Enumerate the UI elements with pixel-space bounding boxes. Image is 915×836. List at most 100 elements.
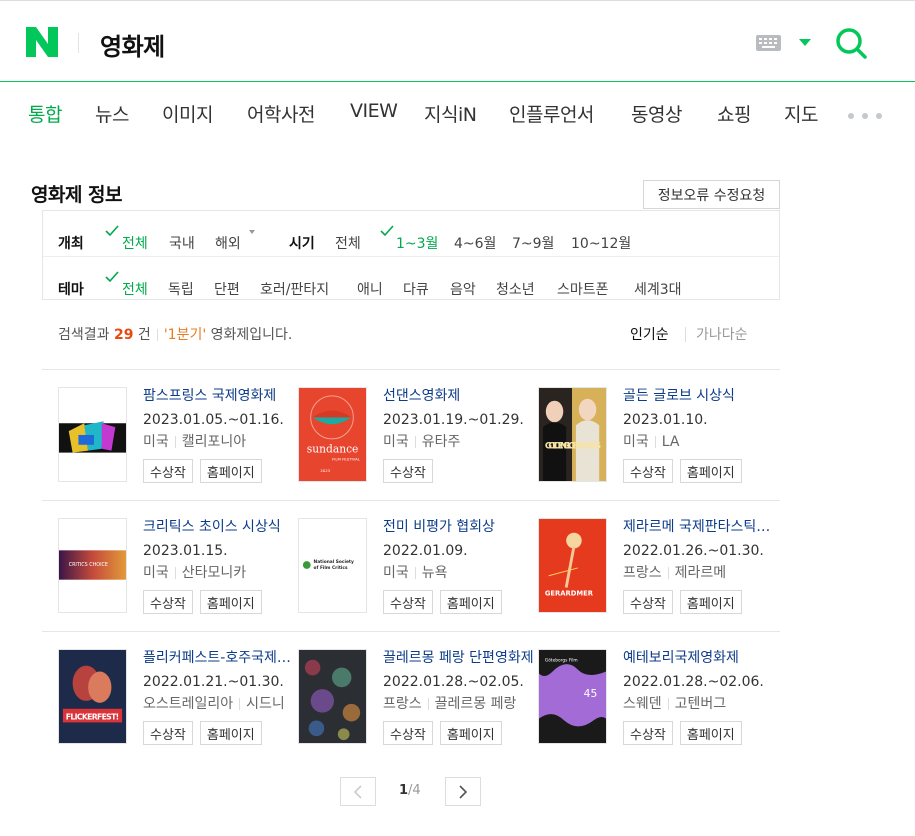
filter-venue-overseas[interactable]: 해외	[215, 233, 241, 253]
filter-theme-horror-fantasy[interactable]: 호러/판타지	[260, 279, 329, 299]
poster-palm-springs[interactable]	[58, 387, 127, 482]
poster-text: Göteborgs Film	[545, 658, 578, 664]
search-tabs: 통합 뉴스 이미지 어학사전 VIEW 지식iN 인플루언서 동영상 쇼핑 지도	[0, 82, 915, 146]
filter-period-q1[interactable]: 1~3월	[396, 233, 438, 253]
award-button[interactable]: 수상작	[143, 459, 193, 483]
tab-integrated[interactable]: 통합	[28, 100, 62, 127]
tab-shopping[interactable]: 쇼핑	[717, 100, 751, 127]
filter-venue-all[interactable]: 전체	[122, 233, 148, 253]
festival-name[interactable]: 선댄스영화제	[383, 387, 537, 405]
festival-date: 2022.01.21.~01.30.	[143, 674, 284, 690]
tab-map[interactable]: 지도	[784, 100, 818, 127]
sort-alphabetical[interactable]: 가나다순	[696, 324, 748, 344]
festival-country: 프랑스	[623, 565, 662, 581]
naver-logo-icon[interactable]	[26, 27, 58, 57]
festival-country: 미국	[383, 434, 409, 450]
tab-video[interactable]: 동영상	[631, 100, 682, 127]
poster-text: National Society	[314, 559, 354, 565]
award-button[interactable]: 수상작	[143, 721, 193, 745]
poster-golden-globe[interactable]: GOLDEN GLOBE AWARDS	[538, 387, 607, 482]
poster-text: FLICKERFEST!	[66, 712, 119, 721]
homepage-button[interactable]: 홈페이지	[679, 459, 742, 483]
award-button[interactable]: 수상작	[383, 459, 433, 483]
festival-item: 팜스프링스 국제영화제 2023.01.05.~01.16. 미국 캘리포니아 수…	[58, 387, 298, 487]
homepage-button[interactable]: 홈페이지	[439, 721, 502, 745]
filter-theme-documentary[interactable]: 다큐	[403, 279, 429, 299]
festival-name[interactable]: 전미 비평가 협회상	[383, 518, 537, 536]
festival-name[interactable]: 끌레르몽 페랑 단편영화제	[383, 649, 537, 667]
poster-clermont-ferrand[interactable]	[298, 649, 367, 744]
filter-theme-big-three[interactable]: 세계3대	[634, 279, 682, 299]
poster-flickerfest[interactable]: FLICKERFEST!	[58, 649, 127, 744]
filter-period-q2[interactable]: 4~6월	[454, 233, 496, 253]
homepage-button[interactable]: 홈페이지	[679, 590, 742, 614]
tab-kin[interactable]: 지식iN	[424, 100, 477, 127]
award-button[interactable]: 수상작	[623, 590, 673, 614]
poster-gerardmer[interactable]: GERARDMER	[538, 518, 607, 613]
filter-theme-music[interactable]: 음악	[450, 279, 476, 299]
award-button[interactable]: 수상작	[623, 459, 673, 483]
homepage-button[interactable]: 홈페이지	[439, 590, 502, 614]
filter-label-theme: 테마	[58, 282, 84, 298]
filter-period-q4[interactable]: 10~12월	[571, 233, 631, 253]
search-header: 영화제	[0, 0, 915, 82]
poster-critics-choice[interactable]: CRITICS CHOICE	[58, 518, 127, 613]
festival-name[interactable]: 크리틱스 초이스 시상식	[143, 518, 297, 536]
festival-name[interactable]: 골든 글로브 시상식	[623, 387, 777, 405]
festival-date: 2023.01.10.	[623, 412, 708, 428]
filter-theme-animation[interactable]: 애니	[357, 279, 383, 299]
summary-prefix: 검색결과	[58, 327, 110, 343]
tab-news[interactable]: 뉴스	[95, 100, 129, 127]
next-page-button[interactable]	[445, 777, 481, 806]
more-tabs-icon[interactable]	[848, 113, 882, 119]
festival-country: 미국	[383, 565, 409, 581]
filter-period-all[interactable]: 전체	[335, 233, 361, 253]
festival-item: sundance FILM FESTIVAL 2023 선댄스영화제 2023.…	[298, 387, 538, 487]
poster-text: GOLDEN GLOBE AWARDS	[545, 442, 601, 452]
poster-gothenburg[interactable]: Göteborgs Film 45	[538, 649, 607, 744]
summary-suffix: 영화제입니다.	[210, 327, 293, 343]
filter-theme-youth[interactable]: 청소년	[496, 279, 535, 299]
filter-theme-smartphone[interactable]: 스마트폰	[557, 279, 609, 299]
search-query[interactable]: 영화제	[100, 27, 165, 62]
festival-item: National Society of Film Critics 전미 비평가 …	[298, 518, 538, 618]
festival-name[interactable]: 팜스프링스 국제영화제	[143, 387, 297, 405]
festival-name[interactable]: 예테보리국제영화제	[623, 649, 777, 667]
filter-period-q3[interactable]: 7~9월	[512, 233, 554, 253]
filter-theme-short[interactable]: 단편	[214, 279, 240, 299]
award-button[interactable]: 수상작	[143, 590, 193, 614]
award-button[interactable]: 수상작	[623, 721, 673, 745]
filter-venue-domestic[interactable]: 국내	[169, 233, 195, 253]
festival-country: 프랑스	[383, 696, 422, 712]
festival-name[interactable]: 제라르메 국제판타스틱영화제	[623, 518, 777, 536]
poster-text: CRITICS CHOICE	[69, 562, 108, 568]
report-error-button[interactable]: 정보오류 수정요청	[643, 180, 780, 209]
tab-view[interactable]: VIEW	[350, 100, 398, 122]
filter-theme-all[interactable]: 전체	[122, 279, 148, 299]
filter-theme-indie[interactable]: 독립	[168, 279, 194, 299]
filter-label-period: 시기	[289, 236, 315, 252]
homepage-button[interactable]: 홈페이지	[679, 721, 742, 745]
homepage-button[interactable]: 홈페이지	[199, 590, 262, 614]
search-icon[interactable]	[834, 26, 868, 60]
festival-city: 시드니	[246, 696, 285, 712]
festival-item: 끌레르몽 페랑 단편영화제 2022.01.28.~02.05. 프랑스 끌레르몽…	[298, 649, 538, 749]
festival-date: 2022.01.09.	[383, 543, 468, 559]
festival-date: 2023.01.15.	[143, 543, 228, 559]
festival-city: LA	[661, 434, 680, 450]
tab-images[interactable]: 이미지	[162, 100, 213, 127]
poster-nsfc[interactable]: National Society of Film Critics	[298, 518, 367, 613]
award-button[interactable]: 수상작	[383, 721, 433, 745]
homepage-button[interactable]: 홈페이지	[199, 721, 262, 745]
homepage-button[interactable]: 홈페이지	[199, 459, 262, 483]
prev-page-button[interactable]	[340, 777, 376, 806]
poster-sundance[interactable]: sundance FILM FESTIVAL 2023	[298, 387, 367, 482]
chevron-down-icon[interactable]	[799, 39, 811, 46]
award-button[interactable]: 수상작	[383, 590, 433, 614]
sort-popular[interactable]: 인기순	[630, 324, 669, 344]
festival-name[interactable]: 플리커페스트-호주국제단편영화제	[143, 649, 297, 667]
keyboard-icon[interactable]	[756, 35, 781, 51]
tab-dictionary[interactable]: 어학사전	[247, 100, 315, 127]
poster-text: 2023	[320, 468, 330, 473]
tab-influencer[interactable]: 인플루언서	[509, 100, 594, 127]
